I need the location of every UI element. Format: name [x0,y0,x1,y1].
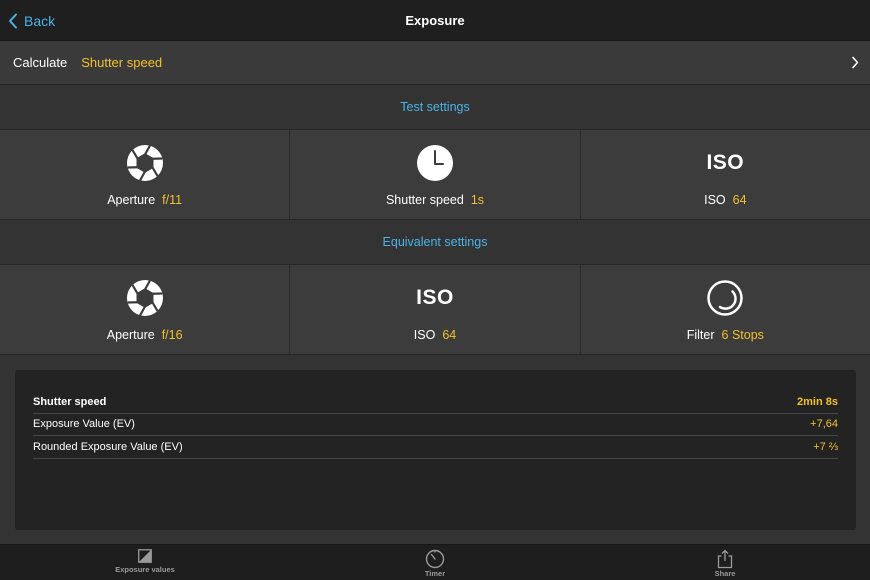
aperture-icon [126,279,164,317]
test-shutter-speed-tile[interactable]: Shutter speed 1s [290,130,581,219]
calculate-row[interactable]: Calculate Shutter speed [0,41,870,85]
page-title: Exposure [405,13,465,28]
test-iso-tile[interactable]: ISO ISO 64 [580,130,870,219]
tab-exposure-values[interactable]: Exposure values [85,549,205,580]
iso-icon-text: ISO [706,151,745,174]
tab-bar: Exposure values Timer Share [0,544,870,580]
aperture-value: f/16 [161,328,183,342]
tab-label: Share [714,569,736,578]
test-shutter-speed-caption: Shutter speed 1s [290,193,579,207]
equivalent-aperture-tile[interactable]: Aperture f/16 [0,265,291,354]
tab-share[interactable]: Share [665,549,785,580]
result-key: Shutter speed [33,395,107,408]
aperture-label: Aperture [107,193,156,207]
share-icon [717,549,733,569]
iso-label: ISO [704,193,726,207]
result-key: Rounded Exposure Value (EV) [33,440,183,453]
result-key: Exposure Value (EV) [33,418,135,431]
equivalent-filter-caption: Filter 6 Stops [581,328,870,342]
navigation-bar: Back Exposure [0,0,870,41]
test-iso-caption: ISO 64 [581,193,870,207]
result-row-shutter-speed: Shutter speed 2min 8s [33,391,838,414]
exposure-values-icon [138,549,152,563]
results-panel: Shutter speed 2min 8s Exposure Value (EV… [15,370,856,530]
calculate-label: Calculate [13,55,68,70]
test-aperture-tile[interactable]: Aperture f/11 [0,130,291,219]
aperture-icon [126,144,164,182]
test-settings-row: Aperture f/11 Shutter speed 1s ISO ISO 64 [0,130,870,220]
clock-icon [416,144,454,182]
test-aperture-caption: Aperture f/11 [0,193,289,207]
iso-value: 64 [732,193,747,207]
tab-label: Exposure values [115,565,175,574]
equivalent-settings-row: Aperture f/16 ISO ISO 64 Filter 6 Stops [0,265,870,355]
chevron-right-icon [852,56,859,69]
filter-value: 6 Stops [721,328,764,342]
result-value: 2min 8s [797,395,838,408]
tab-timer[interactable]: Timer [375,549,495,580]
result-value: +7,64 [810,418,838,431]
result-row-exposure-value: Exposure Value (EV) +7,64 [33,414,838,436]
aperture-value: f/11 [162,193,183,207]
result-row-rounded-exposure-value: Rounded Exposure Value (EV) +7 ⅔ [33,436,838,459]
equivalent-aperture-caption: Aperture f/16 [0,328,289,342]
equivalent-filter-tile[interactable]: Filter 6 Stops [580,265,870,354]
iso-value: 64 [442,328,457,342]
shutter-speed-value: 1s [470,193,485,207]
filter-label: Filter [686,328,715,342]
test-settings-header: Test settings [0,85,870,130]
tab-label: Timer [424,569,446,578]
filter-icon [706,279,744,317]
equivalent-settings-header: Equivalent settings [0,220,870,265]
equivalent-iso-tile[interactable]: ISO ISO 64 [290,265,581,354]
shutter-speed-label: Shutter speed [385,193,464,207]
iso-icon: ISO [706,144,744,182]
iso-icon-text: ISO [416,286,454,309]
equivalent-iso-caption: ISO 64 [290,328,579,342]
calculate-value: Shutter speed [81,55,163,70]
aperture-label: Aperture [106,328,155,342]
iso-label: ISO [413,328,436,342]
timer-icon [425,549,445,569]
result-value: +7 ⅔ [813,440,838,453]
iso-icon: ISO [416,279,454,317]
